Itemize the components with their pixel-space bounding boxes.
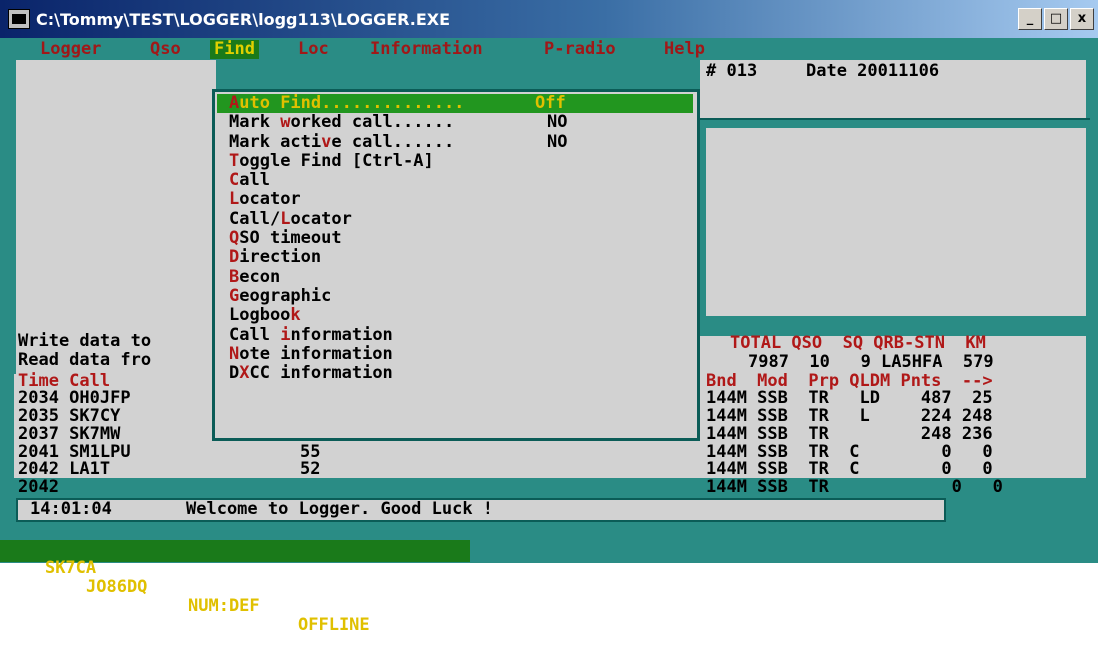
contest-date: Date 20011106 [806, 61, 940, 81]
find-menu-item[interactable]: Direction [229, 248, 697, 267]
menu-item-text: ocator [239, 189, 301, 210]
menu-item-value: NO [547, 112, 568, 133]
menu-item-text: uto Find.............. [239, 93, 465, 113]
menu-item-text: ocator [290, 208, 352, 229]
qso-row-detail[interactable]: 144M SSB TR 0 0 [706, 478, 1003, 497]
menu-item-hotkey: C [229, 170, 240, 191]
close-button[interactable]: x [1070, 8, 1094, 30]
menu-item-text: Logboo [229, 305, 291, 326]
menu-p-radio[interactable]: P-radio [544, 40, 616, 59]
find-dropdown-menu: Auto Find.............. Off Mark worked ca… [212, 89, 700, 441]
online-status: OFFLINE [298, 615, 370, 635]
find-menu-item[interactable]: Mark active call...... NO [229, 131, 697, 152]
station-locator: JO86DQ [86, 577, 148, 597]
menu-item-hotkey: k [290, 305, 301, 326]
menu-qso[interactable]: Qso [150, 40, 181, 59]
find-menu-item[interactable]: Geographic [229, 285, 697, 306]
menu-item-text: D [229, 363, 240, 384]
find-menu-item[interactable]: Call/Locator [229, 208, 697, 229]
menu-item-hotkey: v [321, 131, 332, 152]
menu-item-hotkey: A [229, 93, 240, 113]
menu-loc[interactable]: Loc [298, 40, 329, 59]
window-titlebar: C:\Tommy\TEST\LOGGER\logg113\LOGGER.EXE … [0, 0, 1098, 38]
menu-item-hotkey: G [229, 285, 240, 306]
menu-item-hotkey: B [229, 266, 240, 287]
find-menu-item[interactable]: Becon [229, 266, 697, 287]
menu-item-text: ote information [239, 343, 393, 364]
menu-item-text: econ [239, 266, 281, 287]
menu-item-text: Call [229, 324, 281, 345]
menu-item-hotkey: L [229, 189, 240, 210]
menu-item-hotkey: w [280, 112, 291, 133]
totals-values: 7987 10 9 LA5HFA 579 [748, 352, 994, 372]
menu-item-hotkey: L [280, 208, 291, 229]
totals-header: TOTAL QSO SQ QRB-STN KM [730, 333, 986, 353]
find-menu-item[interactable]: Toggle Find [Ctrl-A] [229, 150, 697, 171]
menu-item-text: nformation [290, 324, 393, 345]
menu-item-text: orked call...... [290, 112, 455, 133]
find-menu-item[interactable]: Locator [229, 190, 697, 209]
station-call: SK7CA [44, 558, 97, 578]
menu-item-hotkey: i [280, 324, 291, 345]
num-mode: NUM:DEF [188, 596, 260, 616]
menu-bar: Logger Qso Find Loc Information P-radio … [0, 40, 1098, 60]
menu-item-text: irection [239, 247, 322, 268]
menu-item-hotkey: Q [229, 228, 240, 249]
menu-help[interactable]: Help [664, 40, 705, 59]
write-data-label[interactable]: Write data to [18, 332, 151, 351]
menu-item-text: e call...... [331, 131, 455, 152]
window-controls: _ □ x [1018, 8, 1094, 30]
info-divider [696, 118, 1090, 120]
menu-item-hotkey: D [229, 247, 240, 268]
find-menu-item[interactable]: Note information [229, 343, 697, 364]
menu-item-text: Mark acti [229, 131, 322, 152]
find-menu-item[interactable]: QSO timeout [229, 229, 697, 248]
menu-item-text: SO timeout [239, 228, 342, 249]
find-menu-item[interactable]: Logbook [229, 306, 697, 325]
find-menu-item[interactable]: Mark worked call...... NO [229, 113, 697, 132]
menu-item-hotkey: X [239, 363, 250, 384]
menu-item-text: all [239, 170, 270, 191]
menu-item-text: eographic [239, 285, 332, 306]
find-menu-item[interactable]: Call information [229, 324, 697, 345]
minimize-button[interactable]: _ [1018, 8, 1042, 30]
menu-information[interactable]: Information [370, 40, 483, 59]
footer-bar: SK7CA JO86DQ NUM:DEF OFFLINE [0, 540, 470, 635]
menu-item-text: CC information [249, 363, 393, 384]
find-menu-item[interactable]: Auto Find.............. Off [217, 93, 693, 114]
menu-item-hotkey: N [229, 343, 240, 364]
menu-item-hotkey: T [229, 150, 240, 171]
menu-item-text: Mark [229, 112, 281, 133]
status-message: Welcome to Logger. Good Luck ! [186, 499, 494, 519]
find-menu-item[interactable]: Call [229, 171, 697, 190]
qso-row-reports[interactable]: 52 [300, 460, 320, 479]
find-menu-item[interactable]: DXCC information [229, 364, 697, 383]
qso-row-time-call[interactable]: 2042 [18, 478, 59, 497]
menu-logger[interactable]: Logger [40, 40, 101, 59]
window-title: C:\Tommy\TEST\LOGGER\logg113\LOGGER.EXE [36, 9, 451, 29]
clock-display: 14:01:04 [30, 499, 112, 519]
right-mid-panel [706, 128, 1086, 316]
menu-find[interactable]: Find [210, 40, 259, 59]
menu-item-text: Call/ [229, 208, 281, 229]
menu-item-value: NO [547, 131, 568, 152]
console-app-icon[interactable] [8, 9, 30, 29]
console-area: Logger Qso Find Loc Information P-radio … [0, 38, 1098, 635]
read-data-label[interactable]: Read data fro [18, 351, 151, 370]
menu-item-value: Off [535, 93, 566, 113]
menu-item-text: oggle Find [Ctrl-A] [239, 150, 434, 171]
contest-number: # 013 [706, 61, 758, 81]
maximize-button[interactable]: □ [1044, 8, 1068, 30]
